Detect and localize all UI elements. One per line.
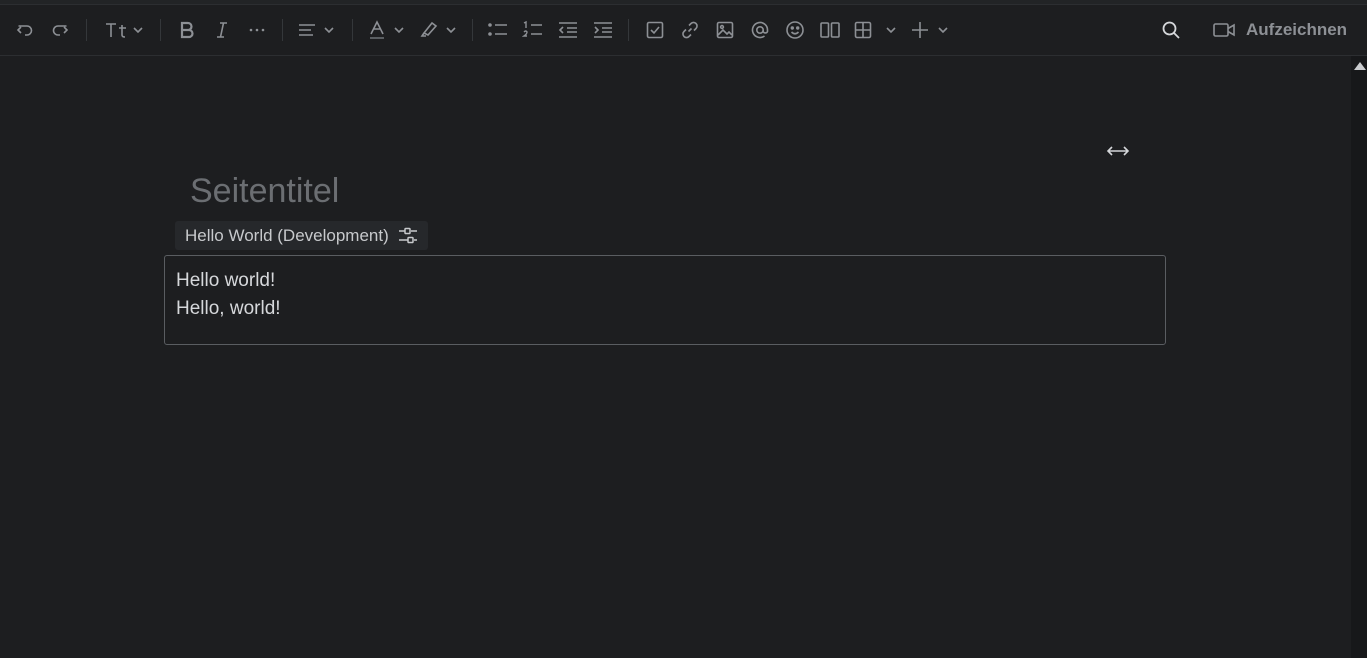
page-width-toggle[interactable]: [1104, 140, 1132, 162]
task-icon: [646, 21, 664, 39]
text-color-button[interactable]: [367, 16, 409, 44]
numbered-list-icon: [522, 20, 542, 37]
text-color-icon: [370, 20, 404, 39]
bold-button[interactable]: [175, 16, 199, 44]
align-icon: [299, 24, 334, 36]
macro-name: Hello World (Development): [185, 225, 389, 245]
more-formatting-icon: [249, 28, 265, 32]
emoji-icon: [786, 21, 804, 39]
macro-label-chip[interactable]: Hello World (Development): [175, 221, 428, 250]
more-formatting-button[interactable]: [245, 16, 269, 44]
bullet-list-icon: [488, 23, 507, 36]
macro-content-box[interactable]: Hello world! Hello, world!: [164, 255, 1166, 345]
outdent-button[interactable]: [556, 16, 580, 44]
text-style-icon: [106, 23, 143, 38]
undo-button[interactable]: [12, 16, 38, 44]
layout-icon: [820, 22, 840, 38]
text-style-button[interactable]: [104, 16, 148, 44]
italic-icon: [217, 22, 227, 38]
redo-icon: [52, 25, 69, 36]
table-icon: [854, 21, 896, 39]
macro-output-line: Hello, world!: [176, 298, 281, 319]
editor-toolbar: Aufzeichnen: [0, 5, 1367, 56]
redo-button[interactable]: [47, 16, 73, 44]
video-camera-icon: [1213, 23, 1235, 37]
toolbar-separator: [472, 19, 473, 41]
outdent-icon: [558, 22, 577, 38]
toolbar-separator: [86, 19, 87, 41]
undo-icon: [16, 25, 33, 36]
link-button[interactable]: [678, 16, 702, 44]
mention-icon: [751, 21, 769, 39]
italic-button[interactable]: [210, 16, 234, 44]
bullet-list-button[interactable]: [486, 16, 510, 44]
mention-button[interactable]: [748, 16, 772, 44]
align-button[interactable]: [297, 16, 339, 44]
record-label: Aufzeichnen: [1246, 20, 1348, 39]
bold-icon: [180, 21, 194, 39]
toolbar-separator: [628, 19, 629, 41]
toolbar-separator: [282, 19, 283, 41]
search-button[interactable]: [1158, 16, 1184, 44]
toolbar-separator: [160, 19, 161, 41]
indent-button[interactable]: [591, 16, 615, 44]
image-button[interactable]: [713, 16, 737, 44]
highlight-icon: [420, 21, 456, 37]
page-title-input[interactable]: Seitentitel: [190, 172, 339, 211]
task-button[interactable]: [643, 16, 667, 44]
numbered-list-button[interactable]: [521, 16, 545, 44]
layout-button[interactable]: [818, 16, 842, 44]
link-icon: [682, 21, 698, 39]
expand-width-icon: [1106, 146, 1130, 156]
record-button[interactable]: Aufzeichnen: [1212, 16, 1347, 44]
search-icon: [1162, 21, 1180, 39]
vertical-scrollbar[interactable]: [1351, 56, 1367, 658]
emoji-button[interactable]: [783, 16, 807, 44]
image-icon: [716, 21, 734, 39]
macro-settings-icon[interactable]: [397, 226, 419, 246]
table-button[interactable]: [853, 16, 901, 44]
indent-icon: [594, 22, 612, 38]
scroll-up-arrow[interactable]: [1354, 62, 1366, 70]
toolbar-separator: [352, 19, 353, 41]
insert-icon: [912, 22, 948, 38]
insert-button[interactable]: [909, 16, 955, 44]
highlight-button[interactable]: [419, 16, 461, 44]
